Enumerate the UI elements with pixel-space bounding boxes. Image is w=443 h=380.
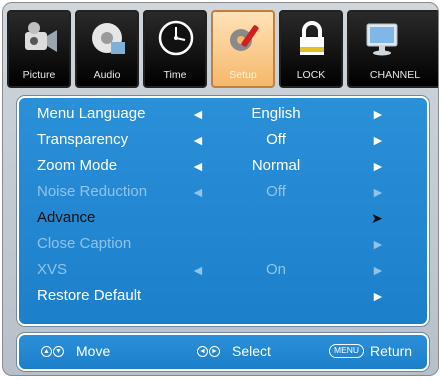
menu-value: On [265, 261, 286, 278]
menu-label: Menu Language [37, 105, 146, 122]
tab-lock-label: LOCK [296, 69, 326, 81]
right-arrow-icon[interactable]: ➤ [371, 206, 383, 230]
left-arrow-icon: ◄ [191, 262, 205, 278]
hint-move-label: Move [76, 343, 111, 359]
menu-key-icon: MENU [329, 344, 365, 358]
padlock-icon [300, 21, 324, 55]
up-down-icon: ▲ ▼ [41, 345, 64, 357]
menu-row-language[interactable]: Menu Language ◄ English ► [19, 102, 427, 126]
menu-label: Restore Default [37, 287, 142, 304]
camera-icon [25, 22, 57, 52]
menu-row-zoom-mode[interactable]: Zoom Mode ◄ Normal ► [19, 154, 427, 178]
right-arrow-icon: ► [371, 236, 385, 252]
hint-move: ▲ ▼ Move [41, 343, 110, 359]
right-arrow-icon[interactable]: ► [371, 128, 385, 152]
menu-value: Off [266, 183, 286, 200]
menu-value: Off [266, 131, 286, 148]
menu-value: Normal [251, 157, 301, 174]
tab-lock[interactable]: LOCK [279, 10, 343, 88]
menu-value: English [251, 105, 301, 122]
hint-select: ◄ ► Select [197, 343, 271, 359]
left-arrow-icon[interactable]: ◄ [191, 128, 205, 152]
menu-row-xvs: XVS ◄ On ► [19, 258, 427, 282]
right-arrow-icon: ► [371, 262, 385, 278]
tab-setup[interactable]: Setup [211, 10, 275, 88]
menu-label: Noise Reduction [37, 183, 148, 200]
hint-return-label: Return [370, 343, 413, 359]
clock-icon [158, 20, 194, 56]
right-arrow-icon[interactable]: ► [371, 154, 385, 178]
menu-label: Advance [37, 209, 96, 226]
left-arrow-icon[interactable]: ◄ [191, 102, 205, 126]
osd-frame: Picture Audio Time Setup LOCK CHANNEL Me… [2, 2, 439, 376]
tab-time[interactable]: Time [143, 10, 207, 88]
menu-row-advance[interactable]: Advance ➤ [19, 206, 427, 230]
left-arrow-icon: ◄ [191, 184, 205, 200]
menu-row-noise-reduction: Noise Reduction ◄ Off ► [19, 180, 427, 204]
right-arrow-icon[interactable]: ► [371, 284, 385, 308]
left-right-icon: ◄ ► [197, 345, 220, 357]
left-arrow-icon[interactable]: ◄ [191, 154, 205, 178]
menu-label: Zoom Mode [37, 157, 118, 174]
hint-select-label: Select [232, 343, 271, 359]
tab-channel-label: CHANNEL [369, 69, 421, 81]
tab-audio-label: Audio [93, 69, 121, 81]
hint-return: MENU Return [329, 343, 412, 359]
monitor-icon [366, 23, 398, 56]
setup-menu-panel: Menu Language ◄ English ► Transparency ◄… [17, 96, 429, 326]
menu-row-transparency[interactable]: Transparency ◄ Off ► [19, 128, 427, 152]
hint-bar: ▲ ▼ Move ◄ ► Select MENU Return [17, 333, 429, 371]
tab-setup-label: Setup [229, 69, 257, 81]
right-arrow-icon[interactable]: ► [371, 102, 385, 126]
tab-audio[interactable]: Audio [75, 10, 139, 88]
menu-label: Close Caption [37, 235, 132, 252]
right-arrow-icon: ► [371, 184, 385, 200]
menu-label: XVS [37, 261, 68, 278]
tab-picture[interactable]: Picture [7, 10, 71, 88]
tab-time-label: Time [163, 69, 187, 81]
menu-row-close-caption: Close Caption ► [19, 232, 427, 256]
tab-bar: Picture Audio Time Setup LOCK CHANNEL [7, 10, 438, 90]
menu-label: Transparency [37, 131, 129, 148]
gear-wrench-icon [230, 25, 259, 51]
tab-channel[interactable]: CHANNEL [347, 10, 438, 88]
menu-row-restore-default[interactable]: Restore Default ► [19, 284, 427, 308]
tab-picture-label: Picture [22, 69, 56, 81]
audio-disc-icon [92, 23, 125, 54]
